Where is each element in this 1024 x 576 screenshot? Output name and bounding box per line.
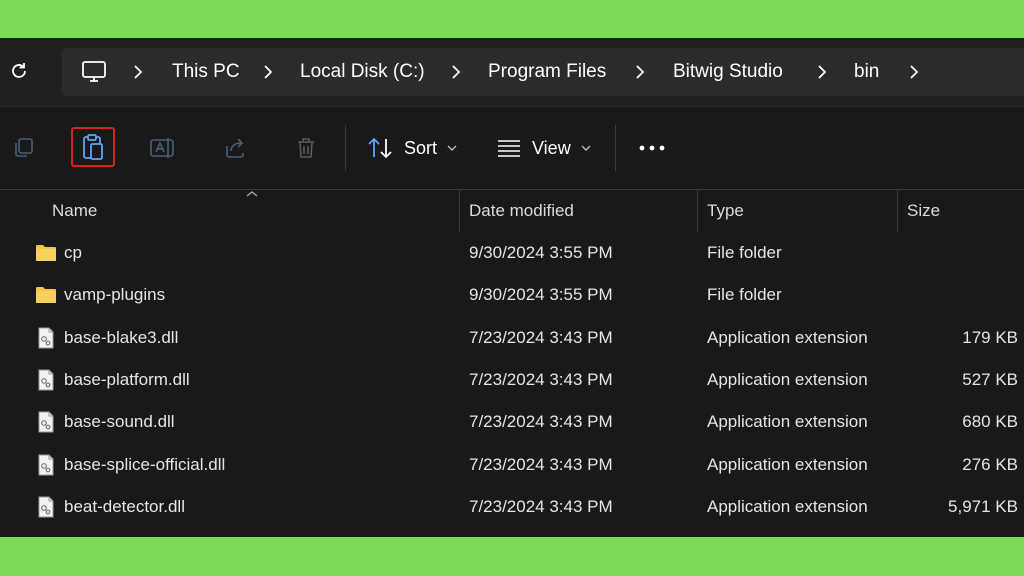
chevron-down-icon bbox=[581, 145, 591, 151]
folder-row[interactable]: cp 9/30/2024 3:55 PM File folder bbox=[0, 232, 1024, 274]
folder-icon bbox=[34, 241, 58, 265]
sort-button[interactable]: Sort bbox=[366, 129, 462, 167]
more-options-button[interactable] bbox=[634, 133, 670, 163]
breadcrumb-program-files[interactable]: Program Files bbox=[488, 48, 606, 96]
file-name: base-sound.dll bbox=[64, 412, 175, 432]
folder-row[interactable]: vamp-plugins 9/30/2024 3:55 PM File folder bbox=[0, 274, 1024, 316]
refresh-button[interactable] bbox=[8, 60, 30, 82]
file-type: Application extension bbox=[707, 327, 868, 347]
view-button[interactable]: View bbox=[496, 129, 596, 167]
file-name: base-blake3.dll bbox=[64, 327, 179, 347]
file-name: vamp-plugins bbox=[64, 285, 166, 305]
copy-button[interactable] bbox=[6, 131, 40, 165]
view-icon bbox=[498, 140, 520, 157]
breadcrumb-bitwig-studio[interactable]: Bitwig Studio bbox=[673, 48, 783, 96]
file-size: 179 KB bbox=[962, 327, 1018, 347]
file-type: File folder bbox=[707, 285, 782, 305]
file-name: base-platform.dll bbox=[64, 369, 190, 389]
folder-icon bbox=[34, 283, 58, 307]
column-divider[interactable] bbox=[697, 190, 698, 232]
toolbar-divider bbox=[615, 125, 616, 171]
dll-file-icon bbox=[34, 410, 58, 434]
sort-ascending-icon bbox=[246, 191, 258, 197]
sort-icon bbox=[368, 137, 392, 159]
sort-label: Sort bbox=[404, 137, 438, 158]
file-name: cp bbox=[64, 243, 82, 262]
column-header-date[interactable]: Date modified bbox=[469, 190, 574, 232]
file-date-modified: 7/23/2024 3:43 PM bbox=[469, 327, 613, 347]
file-date-modified: 9/30/2024 3:55 PM bbox=[469, 285, 613, 305]
file-row[interactable]: beat-detector.dll 7/23/2024 3:43 PM Applic… bbox=[0, 486, 1024, 528]
chevron-right-icon[interactable] bbox=[812, 62, 832, 82]
command-bar: Sort View bbox=[0, 106, 1024, 190]
chevron-right-icon[interactable] bbox=[258, 62, 278, 82]
breadcrumb-this-pc[interactable]: This PC bbox=[172, 48, 240, 96]
dll-file-icon bbox=[34, 368, 58, 392]
file-type: Application extension bbox=[707, 412, 868, 432]
paste-icon bbox=[83, 134, 103, 160]
file-row[interactable]: base-splice-official.dll 7/23/2024 3:43 P… bbox=[0, 444, 1024, 486]
file-type: Application extension bbox=[707, 454, 868, 474]
file-size: 5,971 KB bbox=[948, 496, 1018, 516]
file-explorer-window: This PC Local Disk (C:) Program Files Bi… bbox=[0, 38, 1024, 537]
file-size: 276 KB bbox=[962, 454, 1018, 474]
file-name: beat-detector.dll bbox=[64, 496, 185, 516]
file-size: 527 KB bbox=[962, 369, 1018, 389]
chevron-right-icon[interactable] bbox=[904, 62, 924, 82]
file-size: 680 KB bbox=[962, 412, 1018, 432]
rename-button[interactable] bbox=[146, 131, 180, 165]
column-divider[interactable] bbox=[459, 190, 460, 232]
file-type: Application extension bbox=[707, 369, 868, 389]
file-type: File folder bbox=[707, 243, 782, 262]
column-headers: Name Date modified Type Size bbox=[0, 190, 1024, 232]
breadcrumb-local-disk[interactable]: Local Disk (C:) bbox=[300, 48, 425, 96]
share-icon bbox=[226, 138, 244, 158]
file-name: base-splice-official.dll bbox=[64, 454, 226, 474]
chevron-right-icon[interactable] bbox=[630, 62, 650, 82]
dll-file-icon bbox=[34, 495, 58, 519]
share-button[interactable] bbox=[218, 131, 252, 165]
file-row[interactable]: base-sound.dll 7/23/2024 3:43 PM Applicati… bbox=[0, 401, 1024, 443]
column-header-size[interactable]: Size bbox=[907, 190, 940, 232]
view-label: View bbox=[532, 137, 571, 158]
rename-icon bbox=[150, 138, 174, 158]
file-date-modified: 7/23/2024 3:43 PM bbox=[469, 496, 613, 516]
column-header-type[interactable]: Type bbox=[707, 190, 744, 232]
column-header-name[interactable]: Name bbox=[52, 190, 97, 232]
toolbar-divider bbox=[345, 125, 346, 171]
column-divider[interactable] bbox=[897, 190, 898, 232]
chevron-right-icon[interactable] bbox=[128, 62, 148, 82]
address-bar[interactable]: This PC Local Disk (C:) Program Files Bi… bbox=[62, 48, 1024, 96]
refresh-icon bbox=[12, 63, 26, 78]
dll-file-icon bbox=[34, 453, 58, 477]
breadcrumb-bin[interactable]: bin bbox=[854, 48, 879, 96]
file-type: Application extension bbox=[707, 496, 868, 516]
file-date-modified: 7/23/2024 3:43 PM bbox=[469, 412, 613, 432]
file-row[interactable]: base-platform.dll 7/23/2024 3:43 PM Applic… bbox=[0, 359, 1024, 401]
chevron-down-icon bbox=[447, 145, 457, 151]
file-date-modified: 7/23/2024 3:43 PM bbox=[469, 369, 613, 389]
trash-icon bbox=[298, 138, 314, 158]
copy-icon bbox=[15, 138, 33, 157]
chevron-right-icon[interactable] bbox=[446, 62, 466, 82]
file-date-modified: 9/30/2024 3:55 PM bbox=[469, 243, 613, 262]
delete-button[interactable] bbox=[289, 131, 323, 165]
paste-button[interactable] bbox=[71, 127, 115, 167]
file-date-modified: 7/23/2024 3:43 PM bbox=[469, 454, 613, 474]
this-pc-icon bbox=[80, 58, 108, 86]
dll-file-icon bbox=[34, 326, 58, 350]
address-area: This PC Local Disk (C:) Program Files Bi… bbox=[0, 38, 1024, 106]
more-icon bbox=[639, 145, 665, 151]
file-row[interactable]: base-blake3.dll 7/23/2024 3:43 PM Applicat… bbox=[0, 317, 1024, 359]
